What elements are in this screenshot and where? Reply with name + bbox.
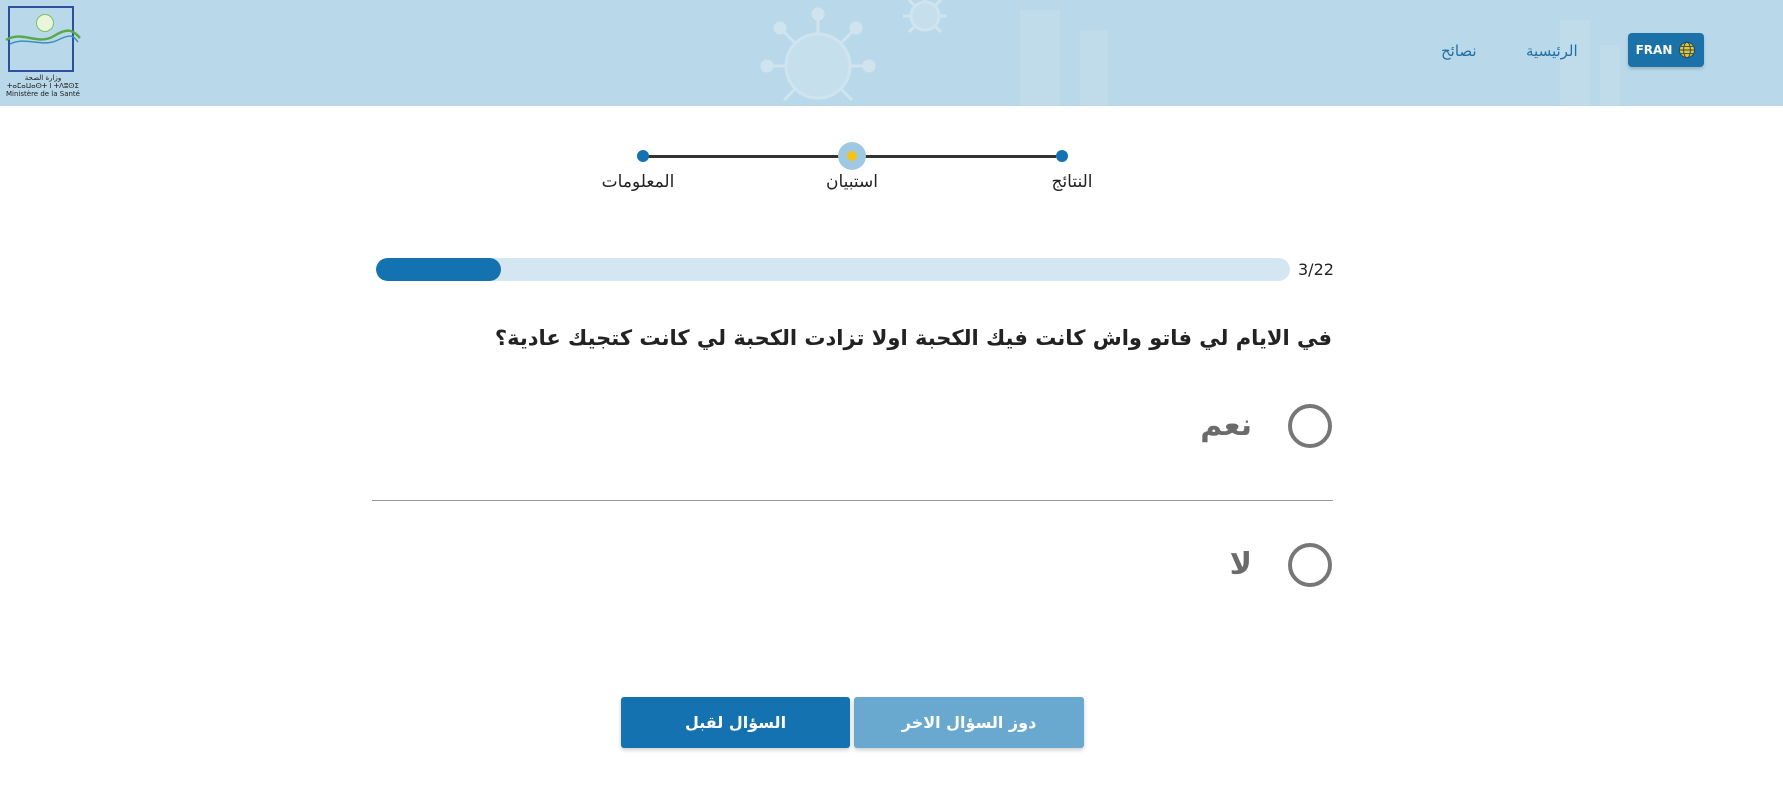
answer-label-yes: نعم bbox=[1200, 408, 1252, 443]
answer-label-no: لا bbox=[1229, 547, 1252, 582]
question-progress-bar bbox=[376, 258, 1290, 281]
question-text: في الايام لي فاتو واش كانت فيك الكحبة او… bbox=[494, 326, 1332, 350]
answer-option-yes[interactable]: نعم bbox=[372, 398, 1332, 458]
progress-stepper: المعلومات استبيان النتائج bbox=[0, 0, 1783, 200]
answer-option-no[interactable]: لا bbox=[372, 537, 1332, 597]
question-progress-fill bbox=[376, 258, 501, 281]
radio-button-no[interactable] bbox=[1288, 543, 1332, 587]
step-dot-questionnaire-active bbox=[838, 142, 866, 170]
options-divider bbox=[372, 500, 1333, 501]
step-label-results: النتائج bbox=[1051, 172, 1093, 192]
question-progress-counter: 3/22 bbox=[1298, 260, 1334, 279]
step-dot-results bbox=[1056, 150, 1068, 162]
step-dot-information bbox=[637, 150, 649, 162]
previous-question-button[interactable]: السؤال لقبل bbox=[621, 697, 850, 748]
step-label-information: المعلومات bbox=[601, 172, 675, 192]
step-label-questionnaire: استبيان bbox=[825, 172, 879, 192]
skip-question-button[interactable]: دوز السؤال الاخر bbox=[854, 697, 1084, 748]
radio-button-yes[interactable] bbox=[1288, 404, 1332, 448]
